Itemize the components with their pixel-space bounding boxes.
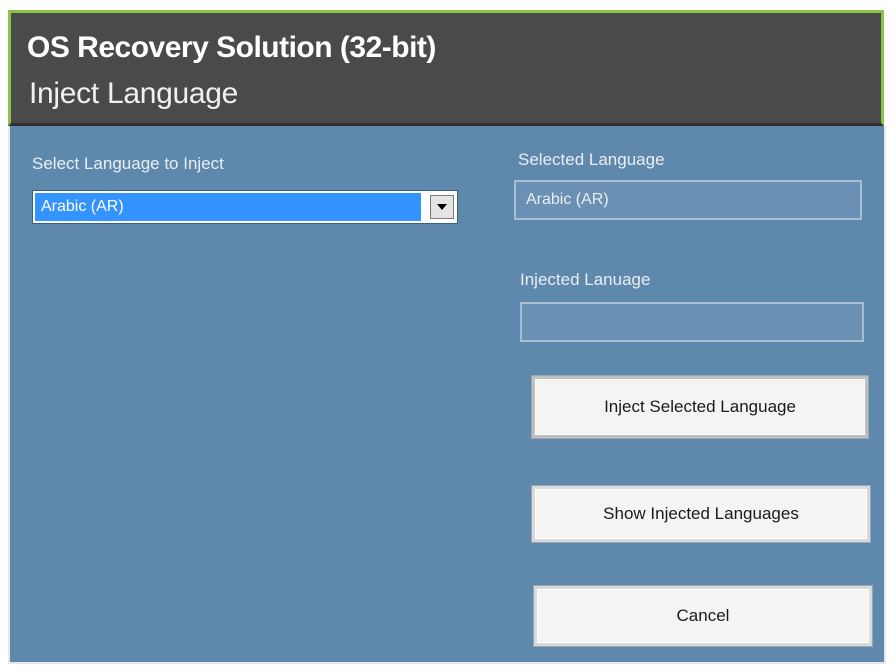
injected-language-field <box>520 302 864 342</box>
app-title: OS Recovery Solution (32-bit) <box>27 31 436 64</box>
inject-selected-language-button[interactable]: Inject Selected Language <box>532 376 868 438</box>
selected-language-field: Arabic (AR) <box>514 180 862 220</box>
select-language-label: Select Language to Inject <box>32 154 224 173</box>
cancel-button[interactable]: Cancel <box>534 586 872 646</box>
page-title: Inject Language <box>29 77 239 110</box>
language-select-value[interactable]: Arabic (AR) <box>35 193 421 221</box>
selected-language-label: Selected Language <box>518 150 665 169</box>
chevron-down-icon[interactable] <box>430 195 454 219</box>
main-panel: Select Language to Inject Arabic (AR) Se… <box>8 126 886 664</box>
window-header: OS Recovery Solution (32-bit) Inject Lan… <box>8 10 884 126</box>
language-select[interactable]: Arabic (AR) <box>32 190 458 224</box>
injected-language-label: Injected Lanuage <box>520 270 651 289</box>
inject-language-window: OS Recovery Solution (32-bit) Inject Lan… <box>0 0 896 671</box>
show-injected-languages-button[interactable]: Show Injected Languages <box>532 486 870 542</box>
